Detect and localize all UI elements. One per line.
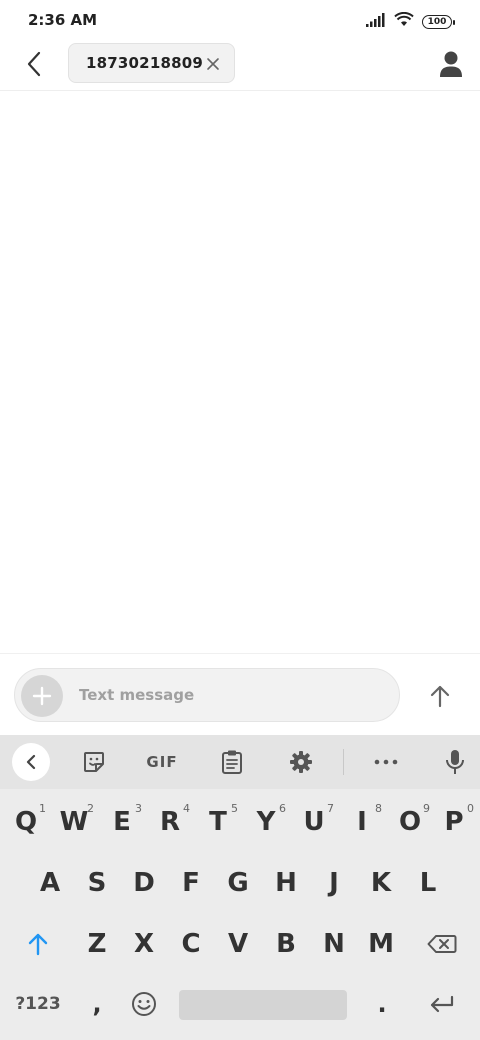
- recipient-number: 18730218809: [86, 54, 204, 72]
- toolbar-divider: [343, 749, 344, 775]
- contact-button[interactable]: [438, 50, 464, 78]
- symbols-key[interactable]: ?123: [8, 976, 68, 1032]
- key-n[interactable]: N: [312, 916, 356, 972]
- wifi-icon: [394, 11, 414, 31]
- gif-button[interactable]: GIF: [142, 744, 182, 780]
- person-icon: [440, 51, 462, 77]
- key-z[interactable]: Z: [75, 916, 119, 972]
- message-list: [0, 91, 480, 653]
- key-q[interactable]: Q1: [4, 794, 48, 850]
- key-o[interactable]: O9: [388, 794, 432, 850]
- space-key[interactable]: [179, 990, 347, 1020]
- backspace-key[interactable]: [418, 916, 466, 972]
- enter-arrow-icon: [430, 995, 454, 1013]
- key-i[interactable]: I8: [340, 794, 384, 850]
- key-l[interactable]: L: [406, 855, 450, 911]
- message-input[interactable]: [79, 669, 379, 721]
- voice-input-button[interactable]: [440, 744, 470, 780]
- key-b[interactable]: B: [264, 916, 308, 972]
- status-bar: 2:36 AM 100: [0, 0, 480, 40]
- period-key[interactable]: .: [360, 976, 404, 1032]
- key-d[interactable]: D: [122, 855, 166, 911]
- more-horizontal-icon: [374, 759, 398, 765]
- key-m[interactable]: M: [359, 916, 403, 972]
- keyboard-toolbar: GIF: [0, 735, 480, 789]
- recipient-chip[interactable]: 18730218809: [68, 43, 235, 83]
- key-t[interactable]: T5: [196, 794, 240, 850]
- microphone-icon: [446, 750, 464, 774]
- more-options-button[interactable]: [370, 744, 402, 780]
- battery-icon: 100: [422, 14, 455, 29]
- clipboard-button[interactable]: [216, 744, 248, 780]
- enter-key[interactable]: [420, 976, 464, 1032]
- key-f[interactable]: F: [169, 855, 213, 911]
- back-arrow-icon: [27, 51, 41, 77]
- shift-arrow-icon: [28, 933, 48, 956]
- compose-field: [14, 668, 400, 722]
- comma-key[interactable]: ,: [75, 976, 119, 1032]
- key-g[interactable]: G: [216, 855, 260, 911]
- gear-icon: [290, 751, 312, 773]
- conversation-header: 18730218809: [0, 40, 480, 91]
- backspace-icon: [427, 935, 457, 953]
- key-u[interactable]: U7: [292, 794, 336, 850]
- keyboard-collapse-button[interactable]: [12, 743, 50, 781]
- signal-icon: [366, 12, 386, 31]
- key-y[interactable]: Y6: [244, 794, 288, 850]
- key-p[interactable]: P0: [432, 794, 476, 850]
- compose-bar: [0, 653, 480, 735]
- back-button[interactable]: [18, 48, 50, 80]
- key-a[interactable]: A: [28, 855, 72, 911]
- chevron-left-icon: [26, 754, 36, 770]
- sticker-button[interactable]: [78, 744, 110, 780]
- status-time: 2:36 AM: [28, 11, 98, 29]
- send-button[interactable]: [420, 676, 460, 716]
- close-icon: [207, 58, 219, 70]
- key-h[interactable]: H: [264, 855, 308, 911]
- key-s[interactable]: S: [75, 855, 119, 911]
- key-j[interactable]: J: [312, 855, 356, 911]
- arrow-up-icon: [430, 685, 450, 708]
- shift-key[interactable]: [16, 916, 60, 972]
- keyboard-settings-button[interactable]: [285, 744, 317, 780]
- key-w[interactable]: W2: [52, 794, 96, 850]
- key-e[interactable]: E3: [100, 794, 144, 850]
- sticker-icon: [84, 752, 104, 772]
- plus-icon: [32, 686, 52, 706]
- emoji-icon: [132, 992, 156, 1016]
- key-x[interactable]: X: [122, 916, 166, 972]
- keyboard: GIF Q 1 W 2 E 3 R 4 T 5 Y 6 U 7 I 8 O 9 …: [0, 735, 480, 1040]
- remove-recipient-button[interactable]: [206, 56, 220, 70]
- add-attachment-button[interactable]: [21, 675, 63, 717]
- key-c[interactable]: C: [169, 916, 213, 972]
- emoji-key[interactable]: [122, 976, 166, 1032]
- key-v[interactable]: V: [216, 916, 260, 972]
- key-r[interactable]: R4: [148, 794, 192, 850]
- status-icons: 100: [366, 11, 455, 31]
- key-k[interactable]: K: [359, 855, 403, 911]
- clipboard-icon: [222, 750, 242, 774]
